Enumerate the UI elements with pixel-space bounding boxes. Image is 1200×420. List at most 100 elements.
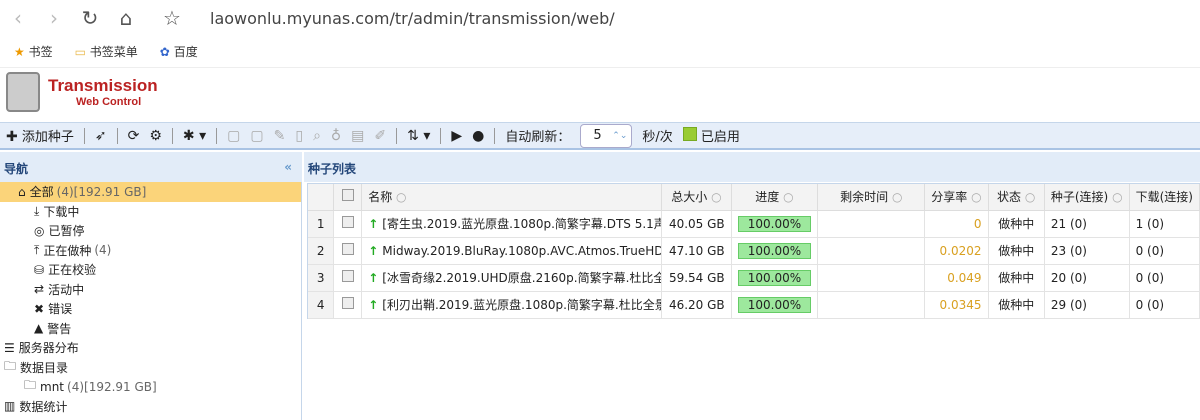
nav-header: 导航 « xyxy=(0,152,302,182)
edit-icon[interactable]: ✎ xyxy=(274,128,286,144)
nav-item[interactable]: ✖ 错误 xyxy=(0,299,301,319)
gear-icon[interactable]: ⚙ xyxy=(149,128,162,144)
remaining-time xyxy=(817,210,926,238)
column-header[interactable]: 分享率 ○ xyxy=(924,184,989,211)
nav-item[interactable]: ◎ 已暂停 xyxy=(0,221,301,241)
nav-item[interactable]: ⇄ 活动中 xyxy=(0,280,301,300)
nav-item-label: 错误 xyxy=(48,302,73,317)
bookmark-item[interactable]: ✿ 百度 xyxy=(160,43,198,60)
column-header[interactable]: 种子(连接) ○ xyxy=(1044,184,1130,211)
plus-icon: ✚ xyxy=(6,129,18,145)
toolbar: ✚ 添加种子 ➶ ⟳ ⚙ ✱ ▾ ▢ ▢ ✎ ▯ ⌕ ♁ ▤ ✐ ⇅ ▾ ▶ ●… xyxy=(0,122,1200,150)
torrent-name: [利刃出鞘.2019.蓝光原盘.1080p.简繁字幕.杜比全景声 xyxy=(382,298,662,312)
column-header[interactable]: 名称 ○ xyxy=(361,184,663,211)
torrent-size: 47.10 GB xyxy=(661,237,732,265)
nav-item-label: mnt xyxy=(40,379,65,394)
forward-icon[interactable]: › xyxy=(36,6,72,30)
torrent-table: 名称 ○ 总大小 ○ 进度 ○ 剩余时间 ○ 分享率 ○ 状态 ○ 种子(连接) ○ 下载(连… xyxy=(307,183,1200,319)
auto-refresh-label: 自动刷新： xyxy=(505,130,571,145)
verify-icon[interactable]: ⌕ xyxy=(313,128,321,144)
row-number: 1 xyxy=(308,210,335,238)
column-header[interactable]: 剩余时间 ○ xyxy=(817,184,926,211)
collapse-nav-button[interactable]: « xyxy=(284,160,292,174)
remove-icon[interactable]: ▯ xyxy=(295,128,303,144)
nav-item[interactable]: ▥ 数据统计 xyxy=(0,397,301,417)
activity-icon: ⇄ xyxy=(34,282,45,297)
home-icon[interactable]: ⌂ xyxy=(108,6,144,30)
nav-item[interactable]: ▲ 警告 xyxy=(0,319,301,339)
progress-bar: 100.00% xyxy=(737,269,812,286)
move-icon[interactable]: ▤ xyxy=(351,128,364,144)
peer-count: 0 (0) xyxy=(1129,291,1200,319)
nav-item-label: 数据统计 xyxy=(19,399,68,414)
table-row[interactable]: 4 ↑ [利刃出鞘.2019.蓝光原盘.1080p.简繁字幕.杜比全景声 46.2… xyxy=(308,291,1200,319)
peer-count: 1 (0) xyxy=(1129,210,1200,238)
auto-refresh-toggle[interactable]: 已启用 xyxy=(682,126,740,145)
refresh-interval-stepper[interactable]: 5 ⌃⌄ xyxy=(580,123,633,148)
remaining-time xyxy=(817,264,926,292)
peer-count: 0 (0) xyxy=(1129,264,1200,292)
nav-item-label: 服务器分布 xyxy=(18,341,79,356)
seeding-arrow-icon: ↑ xyxy=(368,271,379,285)
tracker-icon[interactable]: ♁ xyxy=(331,128,341,144)
nav-item[interactable]: ⤓ 下载中 xyxy=(0,202,301,222)
reload-icon[interactable]: ↻ xyxy=(72,6,108,30)
row-number: 3 xyxy=(308,264,335,292)
column-header[interactable]: 下载(连接) xyxy=(1129,184,1200,211)
check-icon: ⛁ xyxy=(34,262,45,277)
progress-bar: 100.00% xyxy=(737,296,812,313)
refresh-icon[interactable]: ⟳ xyxy=(128,128,140,144)
column-header[interactable]: 进度 ○ xyxy=(731,184,819,211)
bookmark-item[interactable]: ★ 书签 xyxy=(14,43,53,60)
nav-item-label: 数据目录 xyxy=(20,360,69,375)
star-icon[interactable]: ☆ xyxy=(154,6,190,30)
nav-item[interactable]: 🗀 数据目录 xyxy=(0,358,301,378)
torrent-name: Midway.2019.BluRay.1080p.AVC.Atmos.TrueH… xyxy=(382,243,662,258)
select-all-checkbox[interactable] xyxy=(341,189,354,202)
table-row[interactable]: 1 ↑ [寄生虫.2019.蓝光原盘.1080p.简繁字幕.DTS 5.1声道 4… xyxy=(308,210,1200,238)
start-all-icon[interactable]: ▶ xyxy=(451,128,462,144)
nav-item[interactable]: ⛁ 正在校验 xyxy=(0,260,301,280)
row-checkbox[interactable] xyxy=(341,297,354,309)
bookmark-item[interactable]: ▭ 书签菜单 xyxy=(75,43,138,60)
bookmarks-bar: ★ 书签 ▭ 书签菜单 ✿ 百度 xyxy=(0,36,1200,68)
nav-item[interactable]: 🗀 mnt (4)[192.91 GB] xyxy=(0,377,301,397)
list-header: 种子列表 xyxy=(304,152,1200,182)
add-torrent-button[interactable]: ✚ 添加种子 xyxy=(6,126,74,145)
error-icon: ✖ xyxy=(34,301,45,316)
row-checkbox[interactable] xyxy=(341,270,354,282)
row-checkbox[interactable] xyxy=(341,216,354,228)
nav-item[interactable]: ⤒ 正在做种 (4) xyxy=(0,241,301,261)
pause-icon[interactable]: ▢ xyxy=(250,128,263,144)
nav-item-label: 正在校验 xyxy=(48,263,97,278)
url-input[interactable]: laowonlu.myunas.com/tr/admin/transmissio… xyxy=(210,9,615,28)
nav-item[interactable]: ☰ 服务器分布 xyxy=(0,338,301,358)
rename-icon[interactable]: ✐ xyxy=(374,128,386,144)
table-row[interactable]: 2 ↑ Midway.2019.BluRay.1080p.AVC.Atmos.Tr… xyxy=(308,237,1200,265)
folder-icon: 🗀 xyxy=(24,378,37,393)
sort-icon[interactable]: ⇅ ▾ xyxy=(407,128,430,144)
nav-item-count: (4)[192.91 GB] xyxy=(56,184,147,199)
stop-all-icon[interactable]: ● xyxy=(472,128,484,144)
table-row[interactable]: 3 ↑ [冰雪奇缘2.2019.UHD原盘.2160p.简繁字幕.杜比全景声 59… xyxy=(308,264,1200,292)
nav-item[interactable]: ⌂ 全部 (4)[192.91 GB] xyxy=(0,182,301,202)
remaining-time xyxy=(817,291,926,319)
interval-unit: 秒/次 xyxy=(642,130,673,145)
nav-item-label: 警告 xyxy=(47,321,72,336)
torrent-name: [寄生虫.2019.蓝光原盘.1080p.简繁字幕.DTS 5.1声道 xyxy=(382,217,662,231)
row-checkbox[interactable] xyxy=(341,243,354,255)
warning-icon: ▲ xyxy=(34,321,44,336)
seeding-arrow-icon: ↑ xyxy=(368,217,379,231)
column-header[interactable]: 状态 ○ xyxy=(988,184,1045,211)
rocket-icon[interactable]: ➶ xyxy=(95,128,107,144)
seed-count: 29 (0) xyxy=(1044,291,1130,319)
remaining-time xyxy=(817,237,926,265)
stats-icon: ▥ xyxy=(4,399,16,414)
app-logo: Transmission Web Control xyxy=(6,72,158,112)
upload-icon: ⤒ xyxy=(34,242,40,257)
column-header[interactable]: 总大小 ○ xyxy=(661,184,732,211)
back-icon[interactable]: ‹ xyxy=(0,6,36,30)
address-bar: ‹ › ↻ ⌂ ☆ laowonlu.myunas.com/tr/admin/t… xyxy=(0,0,1200,36)
plugin-icon[interactable]: ✱ ▾ xyxy=(183,128,206,144)
start-icon[interactable]: ▢ xyxy=(227,128,240,144)
